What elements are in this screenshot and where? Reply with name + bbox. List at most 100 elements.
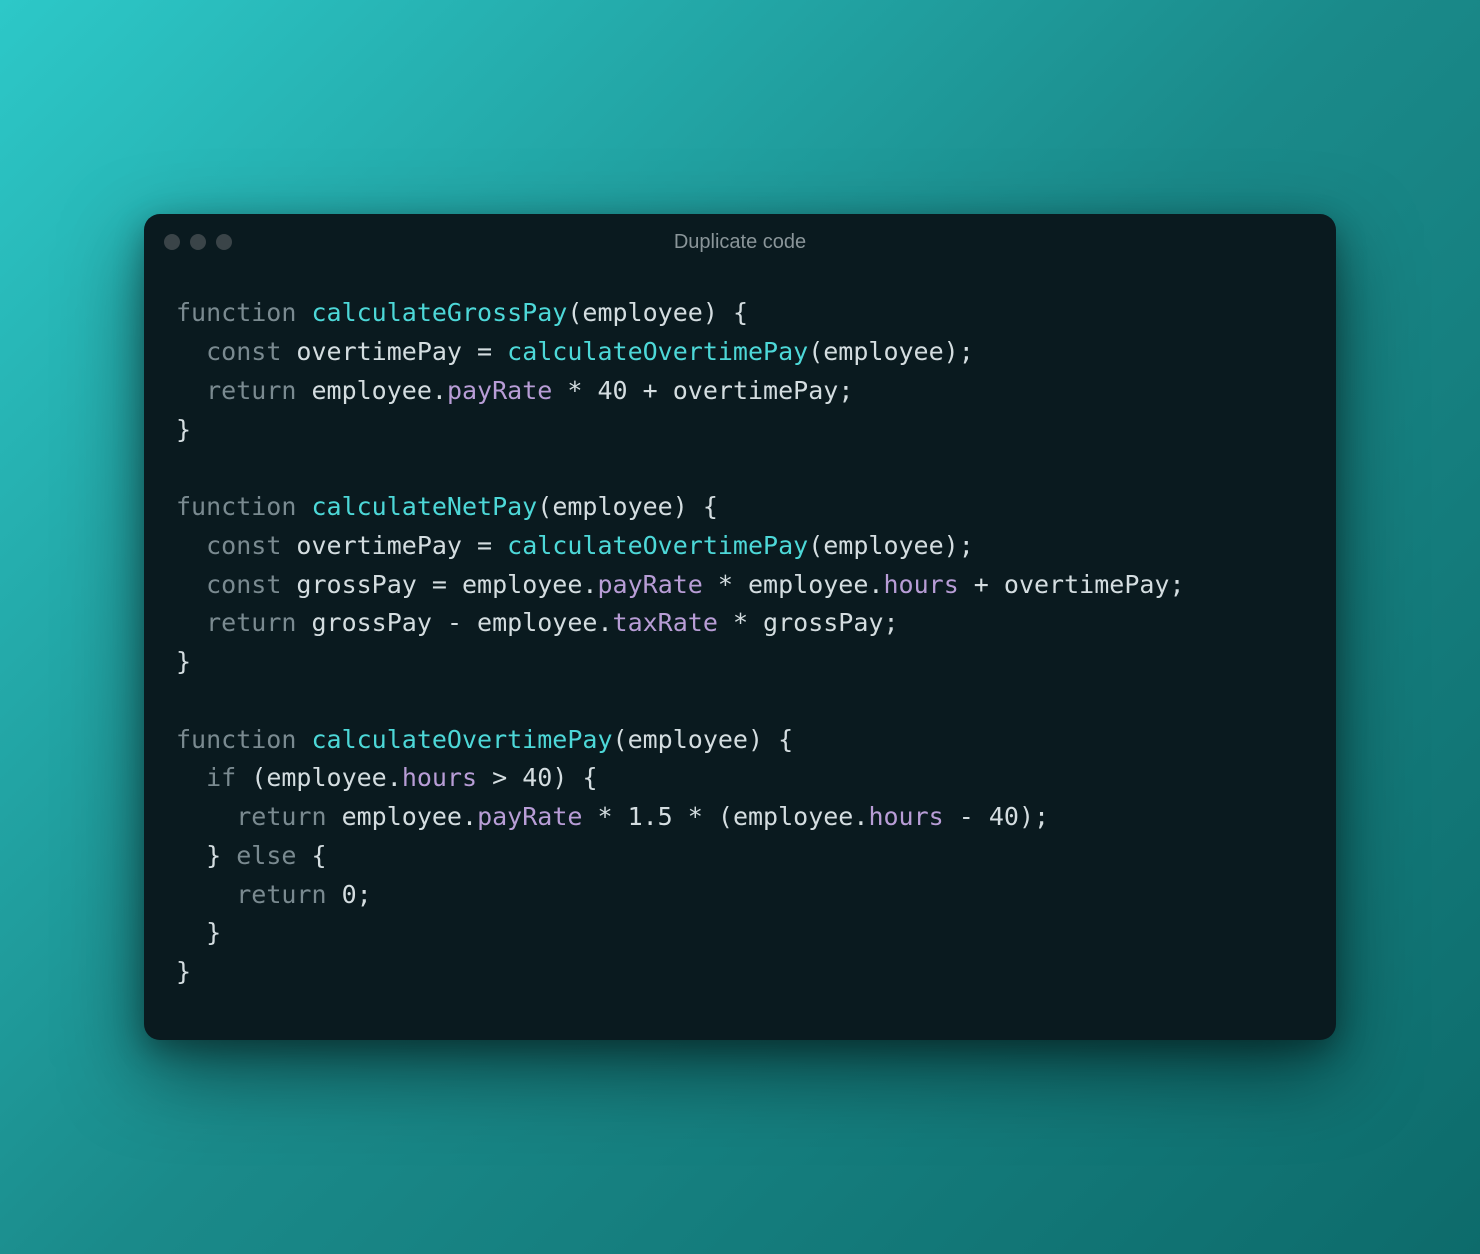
- code-token: .: [868, 570, 883, 599]
- code-token: 0: [342, 880, 357, 909]
- code-token: {: [296, 841, 326, 870]
- code-token: 40: [597, 376, 627, 405]
- code-token: {: [763, 725, 793, 754]
- code-token: 40: [989, 802, 1019, 831]
- minimize-icon[interactable]: [190, 234, 206, 250]
- code-token: else: [236, 841, 296, 870]
- code-token: return: [236, 880, 341, 909]
- code-token: return: [206, 608, 311, 637]
- code-token: }: [176, 918, 221, 947]
- code-token: (: [718, 802, 733, 831]
- code-token: ): [748, 725, 763, 754]
- code-token: +: [628, 376, 673, 405]
- code-token: .: [387, 763, 402, 792]
- code-token: grossPay: [296, 570, 416, 599]
- code-token: const: [206, 337, 296, 366]
- code-token: }: [176, 841, 236, 870]
- code-token: grossPay: [763, 608, 883, 637]
- code-token: ): [673, 492, 688, 521]
- code-token: payRate: [597, 570, 702, 599]
- code-token: return: [236, 802, 341, 831]
- code-token: ;: [1169, 570, 1184, 599]
- code-token: overtimePay: [673, 376, 839, 405]
- code-token: employee: [552, 492, 672, 521]
- code-token: employee: [733, 802, 853, 831]
- code-token: [176, 802, 236, 831]
- code-token: hours: [402, 763, 477, 792]
- code-token: (: [567, 298, 582, 327]
- code-token: (: [251, 763, 266, 792]
- code-token: }: [176, 415, 191, 444]
- code-token: [176, 570, 206, 599]
- code-token: {: [567, 763, 597, 792]
- code-block: function calculateGrossPay(employee) { c…: [176, 294, 1304, 992]
- code-token: *: [552, 376, 597, 405]
- code-token: [176, 337, 206, 366]
- maximize-icon[interactable]: [216, 234, 232, 250]
- code-token: employee: [266, 763, 386, 792]
- code-token: [176, 608, 206, 637]
- code-token: if: [206, 763, 251, 792]
- code-token: ): [944, 337, 959, 366]
- code-token: ;: [959, 531, 974, 560]
- titlebar: Duplicate code: [144, 214, 1336, 270]
- code-token: -: [432, 608, 477, 637]
- code-token: [176, 376, 206, 405]
- code-token: (: [808, 531, 823, 560]
- code-token: *: [718, 608, 763, 637]
- code-token: [176, 880, 236, 909]
- code-token: 1.5: [628, 802, 673, 831]
- code-area: function calculateGrossPay(employee) { c…: [144, 270, 1336, 1040]
- code-token: *: [703, 570, 748, 599]
- code-token: [176, 763, 206, 792]
- code-token: function: [176, 492, 311, 521]
- code-token: hours: [883, 570, 958, 599]
- code-window: Duplicate code function calculateGrossPa…: [144, 214, 1336, 1040]
- close-icon[interactable]: [164, 234, 180, 250]
- code-token: calculateNetPay: [311, 492, 537, 521]
- code-token: (: [613, 725, 628, 754]
- code-token: calculateGrossPay: [311, 298, 567, 327]
- traffic-lights: [164, 234, 232, 250]
- code-token: .: [582, 570, 597, 599]
- code-token: ;: [883, 608, 898, 637]
- code-token: 40: [522, 763, 552, 792]
- code-token: overtimePay: [1004, 570, 1170, 599]
- code-token: payRate: [477, 802, 582, 831]
- code-token: payRate: [447, 376, 552, 405]
- code-token: ): [1019, 802, 1034, 831]
- code-token: *: [673, 802, 718, 831]
- code-token: const: [206, 531, 296, 560]
- code-token: employee: [477, 608, 597, 637]
- window-title: Duplicate code: [674, 231, 806, 254]
- code-token: ;: [959, 337, 974, 366]
- code-token: employee: [342, 802, 462, 831]
- code-token: ): [552, 763, 567, 792]
- code-token: *: [582, 802, 627, 831]
- code-token: +: [959, 570, 1004, 599]
- code-token: employee: [748, 570, 868, 599]
- code-token: .: [462, 802, 477, 831]
- code-token: employee: [582, 298, 702, 327]
- code-token: ;: [838, 376, 853, 405]
- code-token: return: [206, 376, 311, 405]
- code-token: employee: [628, 725, 748, 754]
- code-token: .: [853, 802, 868, 831]
- code-token: ;: [1034, 802, 1049, 831]
- code-token: -: [944, 802, 989, 831]
- code-token: function: [176, 725, 311, 754]
- code-token: }: [176, 647, 191, 676]
- code-token: ;: [357, 880, 372, 909]
- code-token: (: [808, 337, 823, 366]
- code-token: ): [944, 531, 959, 560]
- code-token: employee: [311, 376, 431, 405]
- code-token: {: [718, 298, 748, 327]
- code-token: >: [477, 763, 522, 792]
- code-token: .: [597, 608, 612, 637]
- code-token: calculateOvertimePay: [507, 531, 808, 560]
- code-token: }: [176, 957, 191, 986]
- code-token: const: [206, 570, 296, 599]
- code-token: calculateOvertimePay: [311, 725, 612, 754]
- code-token: {: [688, 492, 718, 521]
- code-token: employee: [823, 531, 943, 560]
